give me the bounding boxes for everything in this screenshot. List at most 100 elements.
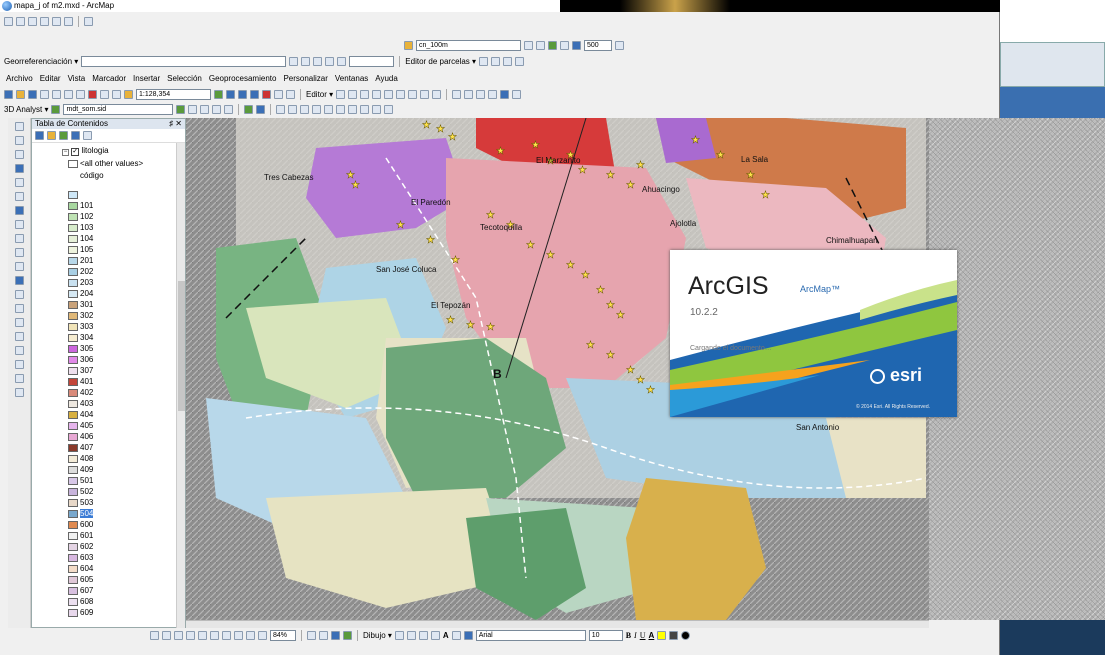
menu-marcador[interactable]: Marcador [92,73,126,85]
fixed-zoom-out-icon[interactable] [14,192,24,201]
vertex-icon[interactable] [476,89,486,99]
font-size-select[interactable]: 10 [588,629,623,641]
bold-icon[interactable]: B [626,631,631,640]
line-color-icon[interactable] [669,630,679,640]
rotate-element-icon[interactable] [406,630,416,640]
globe-icon[interactable] [500,89,510,99]
legend-item[interactable]: 602 [68,541,93,552]
menu-editar[interactable]: Editar [40,73,61,85]
contour-icon[interactable] [524,40,533,50]
zoom-out-layout-icon[interactable] [174,630,183,640]
arctoolbox-icon[interactable] [262,89,271,99]
sketch-properties-icon[interactable] [432,89,442,99]
tool-a-icon[interactable] [276,104,286,114]
steepest-path-icon[interactable] [188,104,198,114]
add-data-icon[interactable] [124,89,133,99]
legend-item[interactable]: 302 [68,310,93,321]
undo-icon[interactable] [100,89,109,99]
fill-color-icon[interactable] [657,630,667,640]
menu-geoprocesamiento[interactable]: Geoprocesamiento [209,73,277,85]
tool-b-icon[interactable] [288,104,298,114]
legend-item[interactable]: 105 [68,244,93,255]
back-extent-icon[interactable] [14,206,24,215]
rectangle-icon[interactable] [430,630,440,640]
python-icon[interactable] [274,89,283,99]
join-icon[interactable] [503,56,512,66]
legend-item[interactable]: 204 [68,288,93,299]
legend-item[interactable]: 104 [68,233,93,244]
merge-icon[interactable] [515,56,524,66]
legend-item[interactable]: 605 [68,574,93,585]
tool-i-icon[interactable] [372,104,382,114]
tool-e-icon[interactable] [324,104,334,114]
zoom-in-layout-icon[interactable] [162,630,171,640]
legend-item[interactable]: 607 [68,585,93,596]
legend-item[interactable]: 604 [68,563,93,574]
raster-icon[interactable] [572,40,581,50]
cut-icon[interactable] [52,89,61,99]
select-features-icon[interactable] [14,234,24,243]
legend-item[interactable]: 103 [68,222,93,233]
catalog-icon[interactable] [238,89,247,99]
viewer-icon[interactable] [14,388,24,397]
search-icon[interactable] [250,89,259,99]
select-icon[interactable] [4,16,13,26]
tool-h-icon[interactable] [360,104,370,114]
sketch-icon[interactable] [348,89,358,99]
identify-tool-icon[interactable] [14,276,24,285]
clear-selection-icon[interactable] [14,248,24,257]
zoom-out-icon[interactable] [14,136,24,145]
legend-item[interactable]: 409 [68,464,93,475]
attributes-icon[interactable] [420,89,430,99]
time-slider-icon[interactable] [14,374,24,383]
parcel-icon[interactable] [479,56,488,66]
print-icon[interactable] [40,89,49,99]
legend-item[interactable]: 305 [68,343,93,354]
legend-item[interactable]: 201 [68,255,93,266]
options-icon[interactable] [83,131,92,140]
legend-item[interactable]: 609 [68,607,93,618]
measure-tool-icon[interactable] [14,318,24,327]
surface-layer-select[interactable]: mdt_som.sid [63,103,174,115]
legend-item[interactable]: 501 [68,475,93,486]
legend-item[interactable]: 306 [68,354,93,365]
pan-layout-icon[interactable] [186,630,195,640]
legend-item[interactable]: 608 [68,596,93,607]
underline-icon[interactable]: U [640,631,646,640]
arcglobe-icon[interactable] [256,104,266,114]
legend-item[interactable]: 404 [68,409,93,420]
layer-litologia[interactable]: − ✓ litologia [62,146,109,156]
save-icon[interactable] [28,89,37,99]
interval-input[interactable]: 500 [584,39,612,51]
georef-scale-input[interactable] [349,55,395,67]
tool-c-icon[interactable] [300,104,310,114]
menu-vista[interactable]: Vista [68,73,86,85]
forward-extent-icon[interactable] [14,220,24,229]
legend-item[interactable]: 601 [68,530,93,541]
legend-item[interactable]: 307 [68,365,93,376]
full-extent-icon[interactable] [14,164,24,173]
list-by-drawing-order-icon[interactable] [35,131,44,140]
layer-visibility-checkbox[interactable]: ✓ [71,148,80,156]
add-control-point-icon[interactable] [289,56,299,66]
pan-icon[interactable] [16,16,25,26]
tool-d-icon[interactable] [312,104,322,114]
spin-icon[interactable] [615,40,624,50]
legend-item[interactable]: 301 [68,299,93,310]
paste-icon[interactable] [76,89,85,99]
editor-menu[interactable]: Editor ▾ [306,90,333,99]
hyperlink-icon[interactable] [14,290,24,299]
route-icon[interactable] [64,16,73,26]
menu-ventanas[interactable]: Ventanas [335,73,368,85]
zoom-in-icon[interactable] [14,122,24,131]
toc-icon[interactable] [226,89,235,99]
link-table-icon[interactable] [337,56,347,66]
menu-seleccion[interactable]: Selección [167,73,202,85]
edit-tool-icon[interactable] [336,89,346,99]
italic-icon[interactable]: I [634,631,637,640]
topology-icon[interactable] [452,89,462,99]
legend-item[interactable]: 407 [68,442,93,453]
font-color-icon[interactable]: A [649,631,655,640]
font-select[interactable]: Arial [475,629,586,641]
fixed-zoom-layout-icon[interactable] [246,630,255,640]
